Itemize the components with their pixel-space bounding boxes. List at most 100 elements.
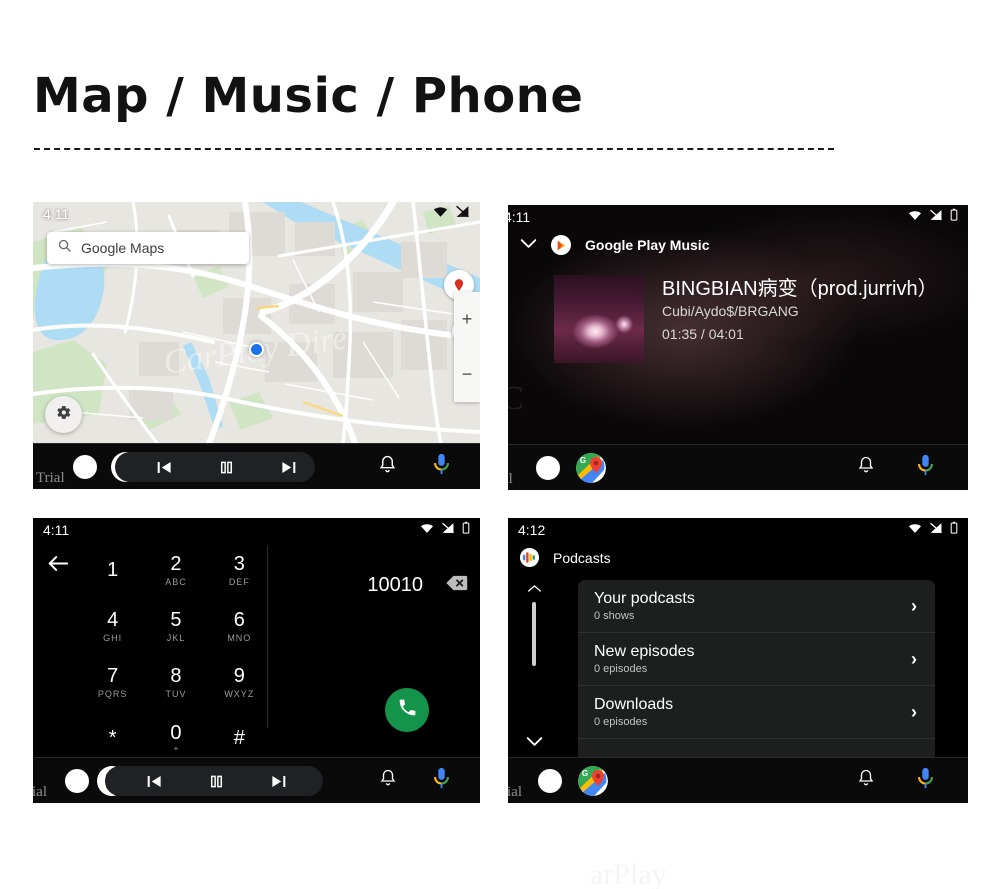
home-circle-icon[interactable] [73,454,97,479]
dialpad-key-digit: # [233,727,245,749]
track-artist: Cubi/Aydo$/BRGANG [662,303,799,319]
dialpad-key-7[interactable]: 7 PQRS [81,660,144,704]
chevron-right-icon: › [911,648,917,669]
watermark-trial: rial [33,784,47,800]
map-canvas[interactable]: CarPlay Dire XIAGANG虾岗TAOSHEN陶壣QIAOXI RE… [33,202,480,443]
dialpad-key-6[interactable]: 6 MNO [208,604,271,648]
dialpad-key-digit: 5 [170,608,182,631]
dialpad[interactable]: 1 2 ABC 3 DEF 4 GHI 5 JKL 6 MNO 7 PQRS 8 TUV 9 WXYZ * 0 + # [81,548,271,760]
microphone-icon[interactable] [433,453,450,480]
podcasts-icon [520,548,539,567]
navbar-right-actions [379,767,450,794]
scrollbar-thumb[interactable] [532,602,536,666]
list-item-text: New episodes 0 episodes [594,643,911,675]
list-item[interactable]: Your podcasts 0 shows › [578,580,935,633]
dialpad-key-8[interactable]: 8 TUV [144,660,207,704]
watermark-trial: al [508,471,513,487]
dialpad-key-letters: JKL [166,632,186,643]
signal-off-icon [929,521,943,539]
bell-icon[interactable] [857,455,875,480]
bottom-watermark: arPlay [590,858,667,889]
list-item-title: New episodes [594,642,695,660]
dialpad-key-3[interactable]: 3 DEF [208,548,271,592]
dialpad-key-letters: PQRS [97,688,128,699]
map-search-text: Google Maps [81,240,165,256]
navbar-map: Trial [33,443,480,489]
dialpad-key-digit: 1 [107,559,119,581]
dialpad-key-9[interactable]: 9 WXYZ [208,660,271,704]
list-item-text: Your podcasts 0 shows [594,590,911,622]
back-arrow-icon[interactable] [47,555,69,577]
dialpad-key-1[interactable]: 1 [81,548,144,592]
map-settings-button[interactable] [45,396,82,433]
next-track-icon[interactable] [277,458,299,476]
pause-icon[interactable] [215,458,237,476]
podcasts-body: Podcasts Your podcasts 0 shows › New episod… [508,518,968,757]
dialpad-key-hash[interactable]: # [208,716,271,760]
dialpad-key-star[interactable]: * [81,716,144,760]
dialpad-key-0[interactable]: 0 + [144,716,207,760]
dialpad-key-5[interactable]: 5 JKL [144,604,207,648]
microphone-icon[interactable] [917,767,934,794]
google-maps-icon[interactable]: G [576,452,606,483]
home-circle-icon[interactable] [536,455,560,480]
dialpad-key-digit: 0 [170,722,182,744]
svg-text:G: G [582,769,588,778]
zoom-out-button[interactable]: − [462,364,473,385]
bell-icon[interactable] [857,768,875,793]
podcasts-list[interactable]: Your podcasts 0 shows › New episodes 0 episo… [578,580,935,757]
dialpad-key-digit: 6 [233,608,245,631]
chevron-down-icon[interactable] [526,734,543,752]
call-button[interactable] [385,688,429,732]
podcasts-scrollbar[interactable] [523,580,545,752]
battery-icon [462,521,470,539]
panel-podcasts: Podcasts Your podcasts 0 shows › New episod… [508,518,968,803]
list-item-subtitle: 0 episodes [594,716,648,729]
chevron-up-icon[interactable] [527,580,542,598]
microphone-icon[interactable] [433,767,450,794]
pause-icon[interactable] [205,772,227,790]
signal-off-icon [929,208,943,226]
podcasts-app-name: Podcasts [553,549,611,566]
dialpad-key-4[interactable]: 4 GHI [81,604,144,648]
signal-off-icon [455,205,470,223]
backspace-icon[interactable] [446,575,468,596]
status-clock: 4:11 [508,209,531,225]
status-clock: 4:11 [43,206,70,222]
dialpad-key-letters: MNO [227,632,252,643]
zoom-in-button[interactable]: + [462,309,473,330]
watermark-trial: rial [508,784,522,800]
chevron-down-icon[interactable] [520,236,537,254]
map-zoom-controls[interactable]: + − [454,292,480,402]
wifi-icon [420,521,434,539]
current-location-dot [249,342,264,357]
search-icon [57,238,72,258]
list-item-subtitle: 0 shows [594,610,635,623]
previous-track-icon[interactable] [153,458,175,476]
status-bar-map: 4:11 [33,202,480,226]
navbar-music: G al [508,444,968,490]
next-track-icon[interactable] [267,772,289,790]
dialpad-key-letters: WXYZ [224,688,255,699]
dialpad-key-digit: 9 [233,664,245,687]
status-icons [908,521,958,539]
list-item[interactable]: Downloads 0 episodes › [578,686,935,739]
previous-track-icon[interactable] [143,772,165,790]
status-clock: 4:12 [518,522,546,538]
page-title: Map / Music / Phone [33,68,584,124]
google-maps-icon[interactable]: G [578,765,608,796]
bell-icon[interactable] [378,454,397,480]
map-search-bar[interactable]: Google Maps [47,232,249,264]
list-item[interactable]: New episodes 0 episodes › [578,633,935,686]
status-bar-podcasts: 4:12 [508,518,968,542]
dialpad-key-digit: 7 [107,664,119,687]
navbar-right-actions [378,453,450,480]
microphone-icon[interactable] [917,454,934,481]
dialpad-key-2[interactable]: 2 ABC [144,548,207,592]
dialer-divider [267,546,268,728]
bell-icon[interactable] [379,768,397,793]
dialpad-key-letters: DEF [228,576,250,587]
navbar-podcasts: G rial [508,757,968,803]
home-circle-icon[interactable] [65,768,89,793]
home-circle-icon[interactable] [538,768,562,793]
